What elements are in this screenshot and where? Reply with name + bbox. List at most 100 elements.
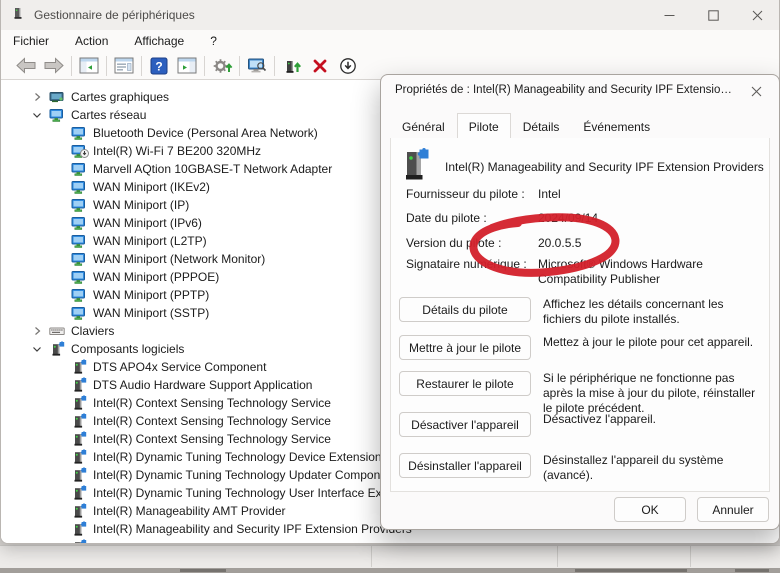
action-description: Si le périphérique ne fonctionne pas apr… — [543, 371, 761, 416]
network-adapter-icon — [71, 251, 87, 267]
software-component-icon — [71, 359, 87, 375]
désinstaller-l-appareil-button[interactable]: Désinstaller l'appareil — [399, 453, 531, 478]
action-description: Affichez les détails concernant les fich… — [543, 297, 761, 327]
driver-version-value: 20.0.5.5 — [538, 236, 759, 251]
menu-bar: Fichier Action Affichage? — [1, 30, 779, 52]
tree-item-label: Intel(R) Context Sensing Technology Serv… — [93, 432, 331, 446]
tree-item-label: WAN Miniport (PPPOE) — [93, 270, 219, 284]
background-column-divider — [371, 546, 372, 567]
détails-du-pilote-button[interactable]: Détails du pilote — [399, 297, 531, 322]
chevron-down-icon[interactable] — [31, 110, 43, 120]
dialog-close-icon[interactable] — [743, 79, 769, 103]
restaurer-le-pilote-button[interactable]: Restaurer le pilote — [399, 371, 531, 396]
graphics-card-icon — [49, 89, 65, 105]
dialog-tabs: GénéralPiloteDétailsÉvénements — [390, 113, 770, 139]
device-name: Intel(R) Manageability and Security IPF … — [445, 160, 764, 174]
tree-item-label: DTS APO4x Service Component — [93, 360, 266, 374]
software-component-icon — [71, 539, 87, 543]
tree-item-label: Intel(R) Dynamic Tuning Technology Updat… — [93, 468, 397, 482]
network-adapter-icon — [71, 287, 87, 303]
device-manager-app-icon — [11, 6, 26, 24]
disabled-badge-icon — [80, 147, 89, 161]
close-button[interactable] — [735, 0, 779, 30]
software-component-icon — [71, 395, 87, 411]
network-adapter-icon — [71, 197, 87, 213]
dialog-title: Propriétés de : Intel(R) Manageability a… — [395, 84, 737, 96]
network-adapter-icon — [71, 215, 87, 231]
tab-détails[interactable]: Détails — [511, 115, 572, 139]
menu-item-affichage[interactable]: Affichage — [134, 34, 184, 48]
action-description: Désactivez l'appareil. — [543, 412, 761, 437]
software-component-icon — [49, 341, 65, 357]
remote-computer-icon[interactable] — [245, 55, 269, 77]
ok-button[interactable]: OK — [614, 497, 686, 522]
field-label: Fournisseur du pilote : — [406, 187, 538, 202]
tree-item[interactable] — [1, 538, 779, 543]
tree-item-label: Bluetooth Device (Personal Area Network) — [93, 126, 318, 140]
maximize-button[interactable] — [691, 0, 735, 30]
back-icon[interactable] — [14, 55, 38, 77]
software-component-icon — [71, 467, 87, 483]
show-console-tree-icon[interactable] — [77, 55, 101, 77]
action-description: Mettez à jour le pilote pour cet apparei… — [543, 335, 761, 360]
driver-field-row: Signataire numérique :Microsoft® Windows… — [406, 257, 759, 287]
action-pane-icon[interactable] — [175, 55, 199, 77]
tree-item-label: WAN Miniport (L2TP) — [93, 234, 207, 248]
driver-field-row: Date du pilote :2024/09/14 — [406, 211, 759, 226]
help-icon[interactable]: ? — [147, 55, 171, 77]
tree-item-label: WAN Miniport (Network Monitor) — [93, 252, 265, 266]
field-value: Microsoft® Windows Hardware Compatibilit… — [538, 257, 759, 287]
tree-item-label: Composants logiciels — [71, 342, 184, 356]
title-bar: Gestionnaire de périphériques — [1, 0, 779, 30]
window-title: Gestionnaire de périphériques — [34, 8, 195, 22]
tab-général[interactable]: Général — [390, 115, 457, 139]
driver-action-row: Mettre à jour le pilote Mettez à jour le … — [399, 335, 761, 360]
software-component-icon — [71, 377, 87, 393]
minimize-button[interactable] — [647, 0, 691, 30]
background-column-divider — [690, 546, 691, 567]
network-adapter-icon — [71, 125, 87, 141]
désactiver-l-appareil-button[interactable]: Désactiver l'appareil — [399, 412, 531, 437]
tree-item-label: Intel(R) Wi-Fi 7 BE200 320MHz — [93, 144, 261, 158]
background-text-fragment — [575, 569, 687, 572]
software-component-icon — [71, 521, 87, 537]
chevron-right-icon[interactable] — [31, 326, 43, 336]
driver-action-row: Désactiver l'appareil Désactivez l'appare… — [399, 412, 761, 437]
tree-item-label: Cartes réseau — [71, 108, 146, 122]
software-component-icon — [71, 503, 87, 519]
network-adapter-icon — [71, 179, 87, 195]
tab-événements[interactable]: Événements — [571, 115, 662, 139]
properties-icon[interactable] — [112, 55, 136, 77]
svg-text:?: ? — [155, 59, 162, 73]
tab-pilote[interactable]: Pilote — [457, 113, 511, 139]
driver-action-row: Détails du pilote Affichez les détails co… — [399, 297, 761, 327]
driver-action-row: Désinstaller l'appareil Désinstallez l'ap… — [399, 453, 761, 483]
forward-icon[interactable] — [42, 55, 66, 77]
network-adapter-icon — [71, 269, 87, 285]
uninstall-device-icon[interactable] — [308, 55, 332, 77]
chevron-right-icon[interactable] — [31, 92, 43, 102]
cancel-button[interactable]: Annuler — [697, 497, 769, 522]
driver-tab-page: Intel(R) Manageability and Security IPF … — [390, 138, 770, 492]
disable-device-icon[interactable] — [336, 55, 360, 77]
tree-item-label: Intel(R) Dynamic Tuning Technology User … — [93, 486, 420, 500]
tree-item-label: Intel(R) Context Sensing Technology Serv… — [93, 414, 331, 428]
tree-item-label: Intel(R) Manageability and Security IPF … — [93, 522, 412, 536]
action-description: Désinstallez l'appareil du système (avan… — [543, 453, 761, 483]
menu-item-?[interactable]: ? — [210, 34, 217, 48]
software-component-icon — [71, 485, 87, 501]
chevron-down-icon[interactable] — [31, 344, 43, 354]
field-label: Date du pilote : — [406, 211, 538, 226]
software-component-icon — [71, 413, 87, 429]
menu-item-fichier[interactable]: Fichier — [13, 34, 49, 48]
tree-item-label: DTS Audio Hardware Support Application — [93, 378, 312, 392]
tree-item-label: WAN Miniport (PPTP) — [93, 288, 209, 302]
driver-properties-dialog: Propriétés de : Intel(R) Manageability a… — [380, 74, 780, 530]
background-text-fragment — [735, 569, 769, 572]
update-driver-icon[interactable] — [280, 55, 304, 77]
background-column-divider — [557, 546, 558, 567]
scan-hardware-changes-icon[interactable] — [210, 55, 234, 77]
network-adapter-icon — [49, 107, 65, 123]
mettre-à-jour-le-pilote-button[interactable]: Mettre à jour le pilote — [399, 335, 531, 360]
menu-item-action[interactable]: Action — [75, 34, 108, 48]
